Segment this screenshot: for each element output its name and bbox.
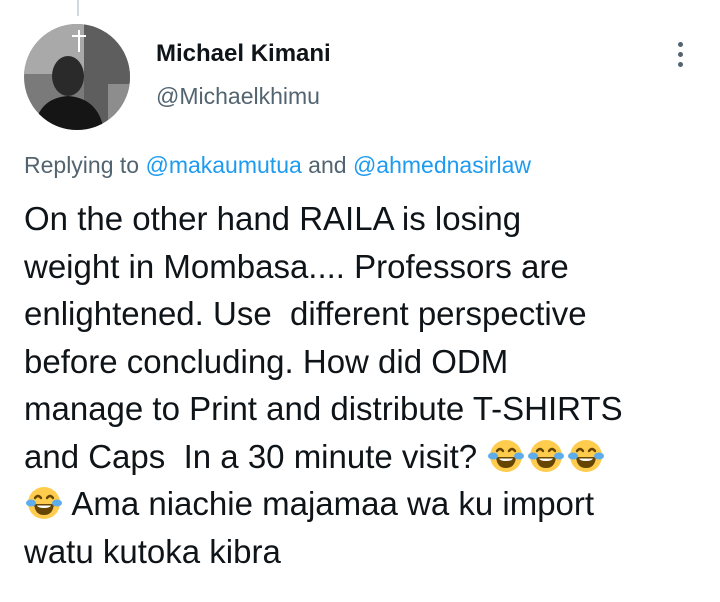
face-with-tears-of-joy-icon [526,435,566,475]
replying-conjunction: and [308,152,347,178]
replying-to-line: Replying to @makaumutua and @ahmednasirl… [24,152,531,179]
more-options-icon[interactable] [664,36,696,72]
more-dot [677,41,683,47]
mention-makaumutua[interactable]: @makaumutua [145,152,301,178]
author-display-name[interactable]: Michael Kimani [156,40,331,68]
tweet-line: before concluding. How did ODM [24,342,509,380]
avatar[interactable] [24,24,130,130]
tweet-line: watu kutoka kibra [24,532,281,570]
tweet-line-with-emoji: Ama niachie majamaa wa ku import [24,480,704,528]
tweet-line-with-emoji: and Caps In a 30 minute visit? [24,433,704,481]
author-handle[interactable]: @Michaelkhimu [156,83,320,110]
face-with-tears-of-joy-icon [566,435,606,475]
avatar-photo [24,24,130,130]
thread-connector-line [77,0,79,16]
tweet-line: manage to Print and distribute T-SHIRTS [24,390,623,427]
mention-ahmednasirlaw[interactable]: @ahmednasirlaw [353,152,531,178]
tweet-text: On the other hand RAILA is losing weight… [24,195,704,575]
tweet-line: and Caps In a 30 minute visit? [24,437,487,475]
face-with-tears-of-joy-icon [24,482,64,522]
tweet-line: On the other hand RAILA is losing [24,200,522,237]
tweet-line: enlightened. Use different perspective [24,295,587,332]
face-with-tears-of-joy-icon [486,435,526,475]
tweet-line: Ama niachie majamaa wa ku import [64,485,595,522]
tweet-line: weight in Mombasa.... Professors are [24,247,569,285]
more-dot [677,51,683,57]
replying-prefix: Replying to [24,152,140,178]
more-dot [677,61,683,67]
